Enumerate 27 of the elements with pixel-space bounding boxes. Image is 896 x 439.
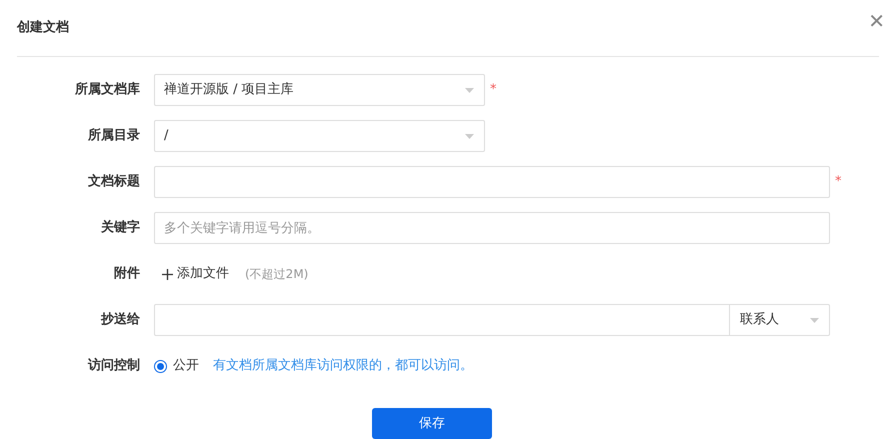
field-label: 所属目录 [86, 127, 140, 146]
text-field[interactable] [154, 166, 830, 198]
save-button[interactable]: 保存 [372, 408, 492, 439]
dialog-title: 创建文档 [17, 18, 69, 38]
access-note: 有文档所属文档库访问权限的，都可以访问。 [213, 357, 473, 376]
cc-field[interactable]: 联系人 [154, 304, 830, 336]
field-label: 附件 [113, 265, 140, 284]
add-file-button[interactable]: 添加文件 [162, 264, 229, 284]
field-label: 所属文档库 [74, 80, 140, 100]
field-label: 访问控制 [86, 356, 140, 376]
field-label: 关键字 [100, 218, 140, 238]
radio-option[interactable]: 公开 [154, 356, 199, 376]
caret-icon [810, 318, 819, 322]
radio-button[interactable] [154, 360, 167, 372]
caret-icon [465, 88, 474, 92]
close-button[interactable]: ✕ [868, 6, 885, 36]
plus-icon [162, 268, 173, 280]
text-field[interactable]: 多个关键字请用逗号分隔。 [154, 212, 830, 244]
caret-icon [465, 134, 474, 138]
required-mark: * [490, 81, 496, 100]
select-field[interactable]: / [154, 120, 485, 152]
select-field[interactable]: 禅道开源版 / 项目主库 [154, 74, 485, 106]
size-hint: (不超过2M) [245, 266, 308, 283]
contacts-select[interactable]: 联系人 [729, 305, 829, 335]
field-label: 文档标题 [87, 172, 140, 192]
required-mark: * [835, 173, 842, 192]
field-label: 抄送给 [100, 311, 140, 330]
